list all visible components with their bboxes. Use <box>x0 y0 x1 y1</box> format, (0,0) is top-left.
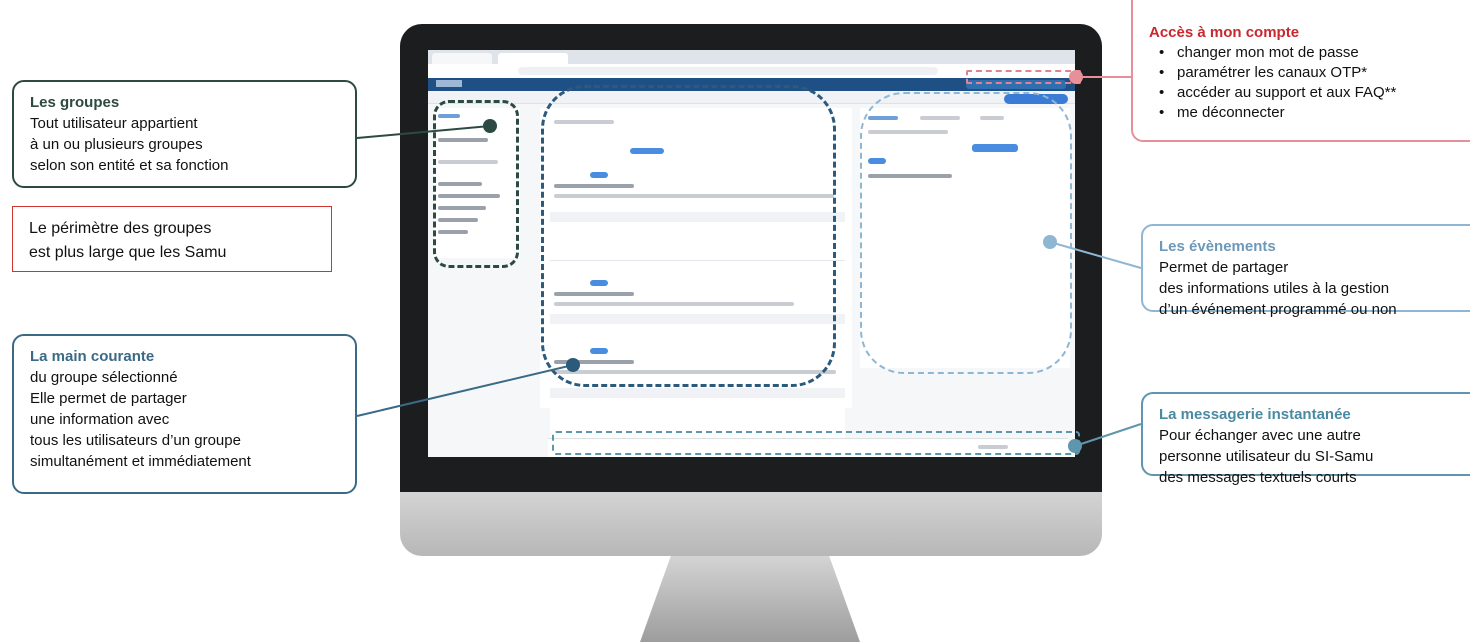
callout-groupes-line: selon son entité et sa fonction <box>30 157 229 174</box>
callout-compte: Accès à mon compte changer mon mot de pa… <box>1131 0 1470 142</box>
callout-compte-item: me déconnecter <box>1159 103 1470 123</box>
post-footer <box>550 388 845 398</box>
callout-messagerie-line: des messages textuels courts <box>1159 469 1357 486</box>
callout-compte-list: changer mon mot de passe paramétrer les … <box>1149 43 1470 123</box>
callout-main-courante: La main courante du groupe sélectionné E… <box>12 334 357 494</box>
callout-messagerie-title: La messagerie instantanée <box>1159 406 1351 423</box>
callout-main-courante-line: une information avec <box>30 411 170 428</box>
zone-compte <box>966 70 1081 84</box>
callout-messagerie-line: Pour échanger avec une autre <box>1159 427 1361 444</box>
url-field <box>518 67 938 75</box>
callout-evenements-line: d’un événement programmé ou non <box>1159 301 1397 318</box>
monitor-stand <box>640 556 860 642</box>
zone-messagerie <box>552 431 1080 455</box>
callout-groupes: Les groupes Tout utilisateur appartient … <box>12 80 357 188</box>
callout-perimetre-line: Le périmètre des groupes <box>29 220 212 237</box>
callout-evenements: Les évènements Permet de partager des in… <box>1141 224 1470 318</box>
zone-main-courante <box>541 85 836 387</box>
callout-evenements-line: des informations utiles à la gestion <box>1159 280 1390 297</box>
callout-groupes-line: Tout utilisateur appartient <box>30 115 198 132</box>
callout-groupes-title: Les groupes <box>30 94 120 111</box>
browser-tab-active <box>498 53 568 64</box>
callout-compte-item: changer mon mot de passe <box>1159 43 1470 63</box>
zone-groupes <box>433 100 519 268</box>
callout-compte-title: Accès à mon compte <box>1149 24 1300 41</box>
callout-compte-item: accéder au support et aux FAQ** <box>1159 83 1470 103</box>
callout-main-courante-line: Elle permet de partager <box>30 390 187 407</box>
browser-tab <box>432 53 492 64</box>
callout-evenements-line: Permet de partager <box>1159 259 1289 276</box>
app-logo <box>436 80 462 87</box>
browser-tab-bar <box>428 50 1075 64</box>
callout-evenements-title: Les évènements <box>1159 238 1276 255</box>
callout-main-courante-line: simultanément et immédiatement <box>30 453 251 470</box>
zone-evenements <box>860 92 1072 374</box>
callout-compte-item: paramétrer les canaux OTP* <box>1159 63 1470 83</box>
callout-perimetre: Le périmètre des groupes est plus large … <box>12 206 332 272</box>
callout-perimetre-line: est plus large que les Samu <box>29 244 227 261</box>
callout-messagerie-line: personne utilisateur du SI-Samu <box>1159 448 1374 465</box>
callout-main-courante-line: tous les utilisateurs d’un groupe <box>30 432 241 449</box>
callout-groupes-line: à un ou plusieurs groupes <box>30 136 203 153</box>
callout-main-courante-line: du groupe sélectionné <box>30 369 178 386</box>
callout-main-courante-title: La main courante <box>30 348 155 365</box>
callout-messagerie: La messagerie instantanée Pour échanger … <box>1141 392 1470 486</box>
